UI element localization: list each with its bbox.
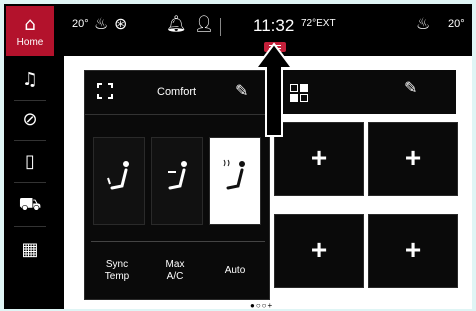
left-nav: ⌂ Home ♫ ⊘ ▯ ⛟ ▦ <box>4 4 58 309</box>
pull-down-arrow-icon <box>254 42 294 137</box>
add-widget-tile[interactable]: + <box>368 214 458 288</box>
status-separator <box>220 18 221 36</box>
nav-vehicle-button[interactable]: ⛟ <box>6 187 54 223</box>
comfort-widget[interactable]: Comfort ✎ Sync Temp Max A/C Auto <box>84 70 271 300</box>
heated-seat-icon <box>223 159 245 190</box>
max-ac-button[interactable]: Max A/C <box>155 259 195 283</box>
seat-ventilation-button[interactable] <box>93 137 145 225</box>
widget-divider <box>91 241 265 242</box>
widget-header: Comfort ✎ <box>85 71 271 115</box>
mode-label: Auto <box>224 265 246 276</box>
driver-temp[interactable]: 20° <box>72 18 89 30</box>
passenger-temp[interactable]: 20° <box>448 18 465 30</box>
edit-pencil-icon[interactable]: ✎ <box>235 81 248 100</box>
heated-seat-button[interactable] <box>209 137 261 225</box>
nav-divider <box>14 182 46 183</box>
widget-layout-icon[interactable] <box>290 84 310 104</box>
page-indicator[interactable]: ●○○+ <box>250 301 273 309</box>
home-icon: ⌂ <box>24 14 36 35</box>
nav-navigation-button[interactable]: ⊘ <box>6 102 54 138</box>
compass-icon: ⊘ <box>22 109 38 130</box>
clock: 11:32 <box>253 16 295 35</box>
expand-icon[interactable] <box>97 83 113 99</box>
heated-seat-icon[interactable]: ♨ <box>416 14 430 33</box>
edit-pencil-icon[interactable]: ✎ <box>404 78 417 97</box>
add-icon: + <box>310 234 328 265</box>
notification-bell-icon[interactable]: 🔔︎ <box>166 14 186 33</box>
add-icon: + <box>404 234 422 265</box>
add-widget-tile[interactable]: + <box>368 122 458 196</box>
mode-label: Max <box>165 259 185 270</box>
phone-icon: ▯ <box>25 151 35 172</box>
infotainment-screen: ⌂ Home ♫ ⊘ ▯ ⛟ ▦ 20° ♨ ⊛ 🔔︎ 👤︎ 11:32 72°… <box>4 4 472 309</box>
user-profile-icon[interactable]: 👤︎ <box>194 14 214 33</box>
apps-grid-icon: ▦ <box>21 239 39 260</box>
add-icon: + <box>310 142 328 173</box>
nav-phone-button[interactable]: ▯ <box>6 144 54 180</box>
outside-temp: 72°EXT <box>301 18 336 29</box>
auto-button[interactable]: Auto <box>213 265 257 277</box>
seat-icon <box>168 161 187 190</box>
widget-title: Comfort <box>157 86 197 98</box>
add-icon: + <box>404 142 422 173</box>
nav-divider <box>14 100 46 101</box>
seat-icon <box>107 161 129 190</box>
heated-steering-wheel-icon[interactable]: ♨ <box>94 14 108 33</box>
car-icon: ⛟ <box>18 194 42 215</box>
seat-recline-button[interactable] <box>151 137 203 225</box>
nav-apps-button[interactable]: ▦ <box>6 232 54 268</box>
sync-temp-button[interactable]: Sync Temp <box>97 259 137 283</box>
mode-label: Temp <box>104 271 130 282</box>
nav-divider <box>14 140 46 141</box>
add-widget-tile[interactable]: + <box>274 214 364 288</box>
mode-label: A/C <box>166 271 184 282</box>
nav-divider <box>14 226 46 227</box>
nav-home-label: Home <box>16 37 44 48</box>
music-note-icon: ♫ <box>21 69 39 90</box>
nav-media-button[interactable]: ♫ <box>6 62 54 98</box>
mode-label: Sync <box>105 259 129 270</box>
nav-home-button[interactable]: ⌂ Home <box>6 6 54 56</box>
steering-wheel-icon[interactable]: ⊛ <box>114 14 127 33</box>
